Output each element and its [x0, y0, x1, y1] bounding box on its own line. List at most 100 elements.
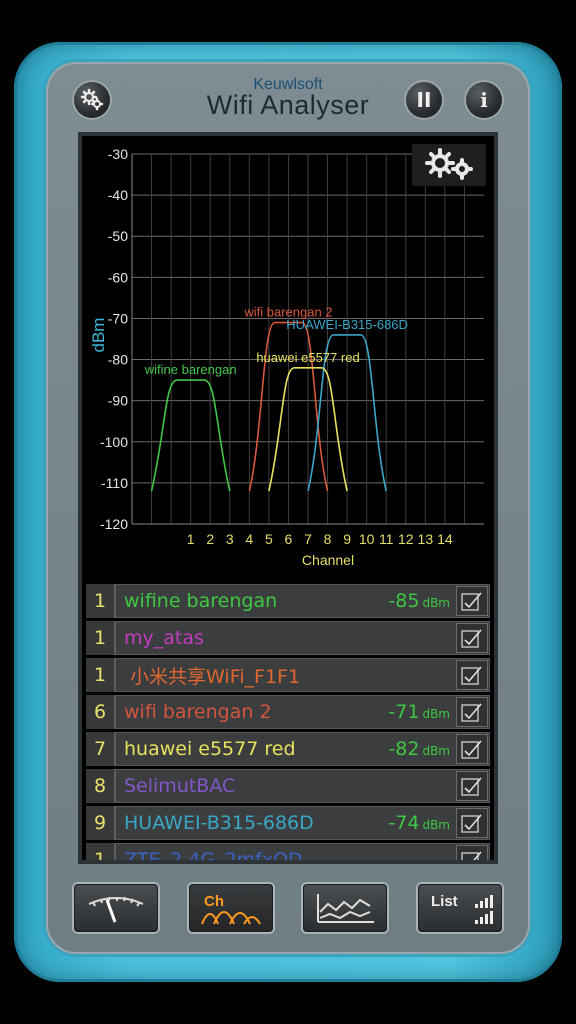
network-ssid: my_atas: [124, 627, 204, 649]
network-checkbox[interactable]: [456, 771, 488, 801]
network-row[interactable]: 1 wifine barengan -85 dBm: [86, 584, 490, 618]
time-graph-icon: [317, 894, 374, 923]
graph-settings-button[interactable]: [412, 144, 486, 186]
signal-value: -74: [388, 812, 420, 834]
network-list: 1 wifine barengan -85 dBm 1 my_atas 1 小米共享WiFi…: [86, 584, 490, 860]
settings-button[interactable]: [74, 82, 110, 118]
network-ssid: wifine barengan: [124, 590, 278, 612]
gears-icon: [80, 88, 104, 111]
x-tick-label: 14: [437, 531, 453, 547]
nav-list-button[interactable]: List: [418, 884, 502, 932]
network-ssid: HUAWEI-B315-686D: [124, 812, 314, 834]
network-signal: -71 dBm: [374, 701, 456, 723]
network-checkbox[interactable]: [456, 734, 488, 764]
network-channel: 9: [86, 806, 116, 840]
x-tick-label: 5: [265, 531, 273, 547]
network-row[interactable]: 6 wifi barengan 2 -71 dBm: [86, 695, 490, 729]
checkbox-icon: [461, 666, 482, 685]
network-channel: 8: [86, 769, 116, 803]
x-tick-label: 10: [359, 531, 375, 547]
network-checkbox[interactable]: [456, 623, 488, 653]
y-tick-label: -40: [108, 187, 128, 203]
app-header: Keuwlsoft Wifi Analyser II i: [60, 70, 516, 130]
network-row[interactable]: 7 huawei e5577 red -82 dBm: [86, 732, 490, 766]
series-label: huawei e5577 red: [256, 350, 359, 365]
network-checkbox[interactable]: [456, 586, 488, 616]
x-tick-label: 9: [343, 531, 351, 547]
network-checkbox[interactable]: [456, 697, 488, 727]
y-tick-label: -60: [108, 269, 128, 285]
x-tick-label: 1: [187, 531, 195, 547]
checkbox-icon: [461, 629, 482, 648]
y-tick-label: -80: [108, 352, 128, 368]
network-checkbox[interactable]: [456, 808, 488, 838]
network-ssid: 小米共享WiFi_F1F1: [124, 665, 301, 688]
network-row[interactable]: 1 ZTE_2.4G_2mfxQD: [86, 843, 490, 860]
y-tick-label: -100: [100, 434, 128, 450]
network-ssid: ZTE_2.4G_2mfxQD: [124, 849, 303, 860]
nav-meter-button[interactable]: [74, 884, 158, 932]
signal-unit: dBm: [422, 596, 450, 610]
list-signal-icon: List: [431, 893, 493, 924]
signal-unit: dBm: [422, 744, 450, 758]
network-row[interactable]: 1 my_atas: [86, 621, 490, 655]
info-icon: i: [480, 88, 488, 112]
x-tick-label: 13: [418, 531, 434, 547]
checkbox-icon: [461, 703, 482, 722]
channel-graph: -30 -40 -50 -60 -70 -80 -90 -100 -110 -120 1 2 3 4 5 6 7…: [86, 140, 490, 572]
signal-unit: dBm: [422, 707, 450, 721]
gears-icon: [425, 148, 473, 180]
nav-list-label: List: [431, 893, 458, 910]
pause-icon: II: [416, 88, 432, 112]
app-title: Wifi Analyser: [206, 90, 370, 120]
signal-meter-icon: [88, 896, 144, 923]
network-checkbox[interactable]: [456, 845, 488, 860]
network-signal: -74 dBm: [374, 812, 456, 834]
x-tick-label: 7: [304, 531, 312, 547]
signal-value: -85: [388, 590, 420, 612]
network-channel: 1: [86, 621, 116, 655]
y-axis-label: dBm: [89, 318, 108, 353]
x-axis-label: Channel: [302, 552, 354, 568]
checkbox-icon: [461, 851, 482, 860]
info-button[interactable]: i: [466, 82, 502, 118]
y-tick-label: -90: [108, 393, 128, 409]
checkbox-icon: [461, 740, 482, 759]
checkbox-icon: [461, 814, 482, 833]
series-label: wifine barengan: [144, 362, 237, 377]
network-ssid: wifi barengan 2: [124, 701, 272, 723]
network-checkbox[interactable]: [456, 660, 488, 690]
network-ssid: huawei e5577 red: [124, 738, 296, 760]
y-tick-label: -70: [108, 310, 128, 326]
y-tick-label: -110: [101, 475, 128, 491]
nav-channel-label: Ch: [204, 893, 224, 910]
series-label: HUAWEI-B315-686D: [286, 317, 408, 332]
network-row[interactable]: 1 小米共享WiFi_F1F1: [86, 658, 490, 692]
checkbox-icon: [461, 777, 482, 796]
x-tick-label: 3: [226, 531, 234, 547]
channel-chart: -30-40-50-60-70-80-90-100-110-1201 2 3 4 5 6 7…: [89, 146, 484, 568]
network-row[interactable]: 9 HUAWEI-B315-686D -74 dBm: [86, 806, 490, 840]
network-row[interactable]: 8 SelimutBAC: [86, 769, 490, 803]
network-channel: 1: [86, 658, 116, 692]
x-tick-label: 8: [324, 531, 332, 547]
network-channel: 7: [86, 732, 116, 766]
x-tick-label: 4: [245, 531, 253, 547]
channel-graph-icon: Ch: [201, 893, 261, 925]
network-channel: 1: [86, 843, 116, 860]
checkbox-icon: [461, 592, 482, 611]
network-ssid: SelimutBAC: [124, 775, 236, 797]
y-tick-label: -120: [100, 516, 128, 532]
nav-channel-button[interactable]: Ch: [189, 884, 273, 932]
x-tick-label: 6: [285, 531, 293, 547]
pause-button[interactable]: II: [406, 82, 442, 118]
signal-value: -71: [388, 701, 420, 723]
nav-time-button[interactable]: [303, 884, 387, 932]
x-tick-label: 11: [379, 531, 394, 547]
y-tick-label: -50: [108, 228, 128, 244]
signal-value: -82: [388, 738, 420, 760]
network-channel: 1: [86, 584, 116, 618]
network-signal: -85 dBm: [374, 590, 456, 612]
signal-unit: dBm: [422, 818, 450, 832]
x-tick-label: 12: [398, 531, 414, 547]
